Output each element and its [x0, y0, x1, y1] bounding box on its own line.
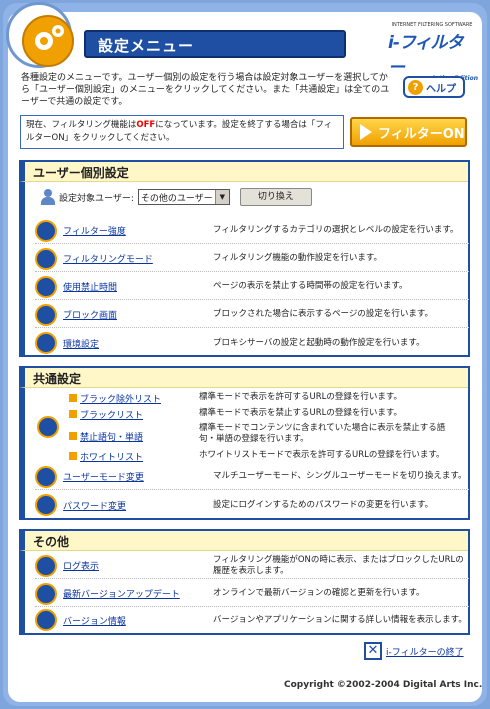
user-icon	[41, 189, 55, 205]
filter-on-label: フィルターON	[378, 126, 465, 142]
other-section: その他 ログ表示 フィルタリング機能がONの時に表示、またはブロックしたURLの履…	[19, 529, 470, 635]
user-mode-link[interactable]: ユーザーモード変更	[63, 470, 193, 483]
log-link[interactable]: ログ表示	[63, 559, 193, 572]
blacklist-link[interactable]: ブラックリスト	[69, 408, 199, 421]
list-item: フィルター強度 フィルタリングするカテゴリの選択とレベルの設定を行います。	[35, 218, 469, 244]
list-item: バージョン情報 バージョンやアプリケーションに関する詳しい情報を表示します。	[35, 607, 469, 633]
section-side-bar	[19, 182, 25, 357]
question-icon: ?	[408, 79, 423, 95]
row-desc: フィルタリングするカテゴリの選択とレベルの設定を行います。	[213, 225, 459, 235]
block-screen-icon	[35, 303, 57, 326]
help-label: ヘルプ	[426, 83, 456, 95]
version-link[interactable]: バージョン情報	[63, 614, 193, 627]
list-desc: 標準モードで表示を禁止するURLの登録を行います。	[199, 408, 403, 418]
row-desc: マルチユーザーモード、シングルユーザーモードを切り換えます。	[213, 471, 467, 481]
intro-text: 各種設定のメニューです。ユーザー個別の設定を行う場合は設定対象ユーザーを選択して…	[21, 73, 390, 107]
filtering-mode-icon	[35, 247, 57, 270]
page-title: 設定メニュー	[84, 30, 346, 58]
block-screen-link[interactable]: ブロック画面	[63, 308, 193, 321]
environment-icon	[35, 332, 57, 354]
copyright: Copyright ©2002-2004 Digital Arts Inc.	[284, 680, 483, 690]
log-icon	[35, 554, 57, 577]
row-desc: プロキシサーバの設定と起動時の動作設定を行います。	[213, 337, 425, 348]
row-desc: オンラインで最新バージョンの確認と更新を行います。	[213, 588, 425, 598]
row-desc: ブロックされた場合に表示するページの設定を行います。	[213, 309, 433, 319]
section-side-bar	[19, 388, 25, 520]
filter-on-button[interactable]: フィルターON	[350, 117, 467, 147]
row-desc: バージョンやアプリケーションに関する詳しい情報を表示します。	[213, 614, 467, 625]
banned-words-link[interactable]: 禁止語句・単語	[69, 430, 199, 443]
chevron-down-icon: ▼	[214, 190, 229, 204]
row-desc: 設定にログインするためのパスワードの変更を行います。	[213, 499, 434, 510]
filter-strength-link[interactable]: フィルター強度	[63, 224, 193, 237]
update-icon	[35, 582, 57, 605]
list-item: ログ表示 フィルタリング機能がONの時に表示、またはブロックしたURLの履歴を表示…	[35, 553, 469, 579]
section-side-bar	[19, 551, 25, 635]
exit-link[interactable]: i-フィルターの終了	[386, 645, 464, 658]
update-link[interactable]: 最新バージョンアップデート	[63, 587, 193, 600]
status-off: OFF	[136, 120, 156, 130]
section-heading: 共通設定	[19, 368, 468, 388]
gear-icon	[22, 15, 74, 67]
password-icon	[35, 494, 57, 516]
target-user-row: 設定対象ユーザー: その他のユーザー ▼ 切り換え	[41, 188, 312, 206]
section-heading: ユーザー個別設定	[19, 162, 468, 182]
filter-status-box: 現在、フィルタリング機能はOFFになっています。設定を終了する場合は「フィルター…	[20, 115, 344, 149]
play-icon	[360, 124, 372, 140]
list-item: 環境設定 プロキシサーバの設定と起動時の動作設定を行います。	[35, 330, 469, 356]
whitelist-link[interactable]: ホワイトリスト	[69, 450, 199, 463]
black-exclusion-link[interactable]: ブラック除外リスト	[69, 392, 199, 405]
filter-strength-icon	[35, 219, 57, 242]
clock-icon	[35, 275, 57, 298]
password-link[interactable]: パスワード変更	[63, 499, 193, 512]
row-desc: フィルタリング機能の動作設定を行います。	[213, 253, 382, 263]
environment-link[interactable]: 環境設定	[63, 337, 193, 350]
help-button[interactable]: ? ヘルプ	[403, 76, 465, 98]
list-icon	[37, 416, 59, 438]
list-desc: 標準モードで表示を許可するURLの登録を行います。	[199, 392, 403, 402]
list-item: 最新バージョンアップデート オンラインで最新バージョンの確認と更新を行います。	[35, 581, 469, 607]
prohibited-time-link[interactable]: 使用禁止時間	[63, 280, 193, 293]
list-desc: 標準モードでコンテンツに含まれていた場合に表示を禁止する語句・単語の登録を行いま…	[199, 423, 446, 444]
row-desc: フィルタリング機能がONの時に表示、またはブロックしたURLの履歴を表示します。	[213, 554, 464, 576]
user-mode-icon	[35, 465, 57, 488]
list-desc: ホワイトリストモードで表示を許可するURLの登録を行います。	[199, 450, 445, 460]
user-settings-section: ユーザー個別設定 設定対象ユーザー: その他のユーザー ▼ 切り換え フィルター…	[19, 160, 470, 357]
switch-user-button[interactable]: 切り換え	[239, 188, 312, 206]
row-desc: ページの表示を禁止する時間帯の設定を行います。	[213, 281, 408, 291]
exit-link-row[interactable]: ✕ i-フィルターの終了	[364, 642, 464, 660]
list-item: 使用禁止時間 ページの表示を禁止する時間帯の設定を行います。	[35, 274, 469, 300]
list-item: ブロック画面 ブロックされた場合に表示するページの設定を行います。	[35, 302, 469, 328]
close-icon: ✕	[364, 642, 382, 660]
list-item: パスワード変更 設定にログインするためのパスワードの変更を行います。	[35, 492, 469, 518]
info-icon	[35, 609, 57, 631]
target-user-select[interactable]: その他のユーザー ▼	[137, 189, 230, 205]
filtering-mode-link[interactable]: フィルタリングモード	[63, 252, 193, 265]
list-item: ユーザーモード変更 マルチユーザーモード、シングルユーザーモードを切り換えます。	[35, 464, 469, 490]
section-heading: その他	[19, 531, 468, 551]
status-text-before: 現在、フィルタリング機能は	[26, 120, 137, 130]
target-user-value: その他のユーザー	[140, 193, 213, 204]
logo-name: i-フィルター	[388, 33, 464, 78]
list-item: フィルタリングモード フィルタリング機能の動作設定を行います。	[35, 246, 469, 272]
common-settings-section: 共通設定 ブラック除外リスト 標準モードで表示を許可するURLの登録を行います。…	[19, 366, 470, 520]
product-logo: INTERNET FILTERING SOFTWARE i-フィルター Acti…	[386, 22, 478, 82]
target-user-label: 設定対象ユーザー:	[59, 193, 134, 204]
settings-gear-badge	[6, 2, 74, 68]
